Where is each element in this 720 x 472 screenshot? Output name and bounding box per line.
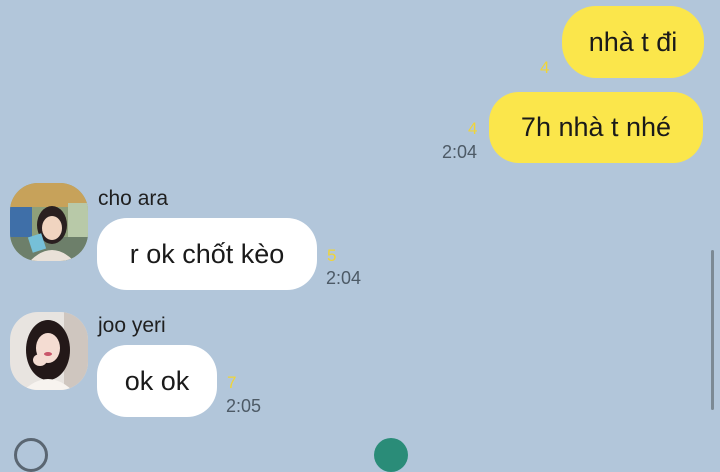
unread-count: 4 <box>540 58 550 77</box>
outgoing-message-bubble[interactable]: 7h nhà t nhé <box>489 92 703 163</box>
unread-count: 7 <box>227 373 237 392</box>
avatar-cho-ara[interactable] <box>10 183 88 261</box>
message-text: 7h nhà t nhé <box>520 112 672 142</box>
scrollbar[interactable] <box>711 250 714 410</box>
bottom-center-control-icon[interactable] <box>374 438 408 472</box>
sender-name: joo yeri <box>98 314 166 337</box>
avatar-joo-yeri-icon <box>10 312 88 390</box>
unread-count: 5 <box>327 246 337 265</box>
message-text: nhà t đi <box>588 26 678 57</box>
bottom-left-control-icon[interactable] <box>14 438 48 472</box>
incoming-message-bubble[interactable]: r ok chốt kèo <box>97 218 317 290</box>
avatar-cho-ara-icon <box>10 183 88 261</box>
outgoing-message-bubble[interactable]: nhà t đi <box>562 6 704 78</box>
message-text: r ok chốt kèo <box>129 238 285 269</box>
message-time: 2:05 <box>226 396 262 416</box>
avatar-joo-yeri[interactable] <box>10 312 88 390</box>
unread-count: 4 <box>468 119 478 138</box>
message-time: 2:04 <box>442 142 478 162</box>
message-time: 2:04 <box>326 268 362 288</box>
message-text: ok ok <box>124 365 190 396</box>
sender-name: cho ara <box>98 187 169 210</box>
incoming-message-bubble[interactable]: ok ok <box>97 345 217 417</box>
